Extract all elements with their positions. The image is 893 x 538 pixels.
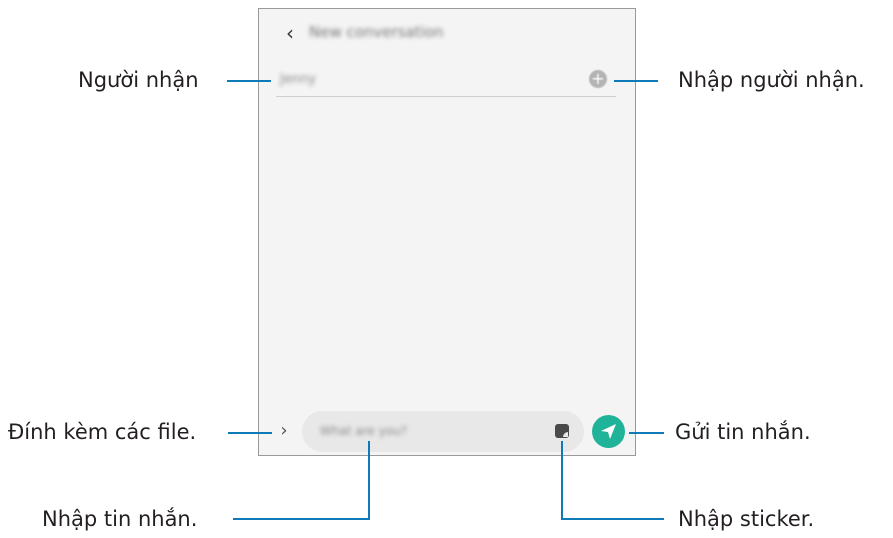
label-enter-recipient: Nhập người nhận. xyxy=(678,68,865,92)
leader-sticker-v xyxy=(561,441,563,520)
leader-send xyxy=(629,432,664,434)
chevron-right-icon[interactable]: › xyxy=(277,421,291,441)
label-enter-message: Nhập tin nhắn. xyxy=(42,507,198,531)
recipient-divider xyxy=(276,96,616,97)
label-recipient: Người nhận xyxy=(78,68,199,92)
paper-plane-icon xyxy=(601,424,616,439)
leader-message-v xyxy=(368,441,370,520)
sticker-icon[interactable] xyxy=(555,424,569,438)
message-placeholder: What are you? xyxy=(320,424,407,438)
send-button[interactable] xyxy=(592,415,625,448)
label-attach-files: Đính kèm các file. xyxy=(8,420,197,444)
label-enter-sticker: Nhập sticker. xyxy=(678,507,815,531)
screen-title: New conversation xyxy=(309,23,444,41)
leader-recipient xyxy=(227,80,271,82)
leader-add-recipient xyxy=(614,80,658,82)
plus-circle-icon[interactable]: + xyxy=(589,70,607,88)
leader-sticker-h xyxy=(561,518,664,520)
leader-message-h xyxy=(233,518,370,520)
back-icon[interactable]: ‹ xyxy=(282,22,298,44)
recipient-field[interactable]: Jenny xyxy=(280,72,316,87)
label-send-message: Gửi tin nhắn. xyxy=(675,420,811,444)
leader-attach xyxy=(228,432,272,434)
